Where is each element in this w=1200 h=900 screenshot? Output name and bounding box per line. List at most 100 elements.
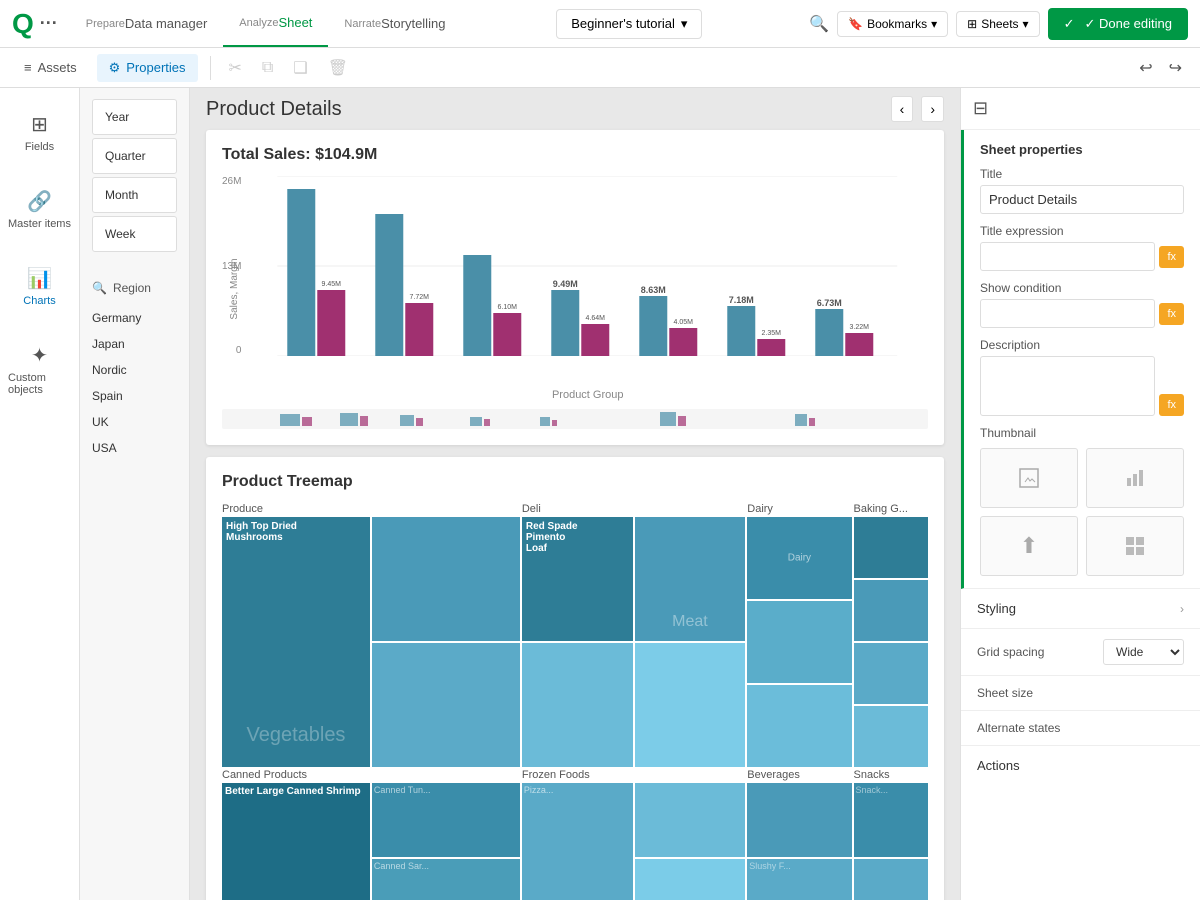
nav-analyze[interactable]: Analyze Sheet	[223, 0, 328, 47]
treemap-cell-high-top[interactable]: High Top DriedMushrooms Vegetables	[222, 517, 370, 767]
nav-storytelling: Storytelling	[381, 16, 445, 31]
bar-chart-svg: 24.16M 9.45M 20.52M 7.72M 14.63M	[247, 176, 928, 356]
paste-button[interactable]: ❑	[287, 54, 313, 82]
styling-row[interactable]: Styling ›	[961, 589, 1200, 629]
treemap-cell-baking1[interactable]	[854, 517, 928, 578]
treemap-cell-meat[interactable]: Meat	[635, 517, 746, 641]
thumbnail-chart-icon	[1086, 448, 1184, 508]
region-germany[interactable]: Germany	[80, 305, 189, 331]
show-condition-fx-button[interactable]: fx	[1159, 303, 1184, 325]
nav-data-manager: Data manager	[125, 16, 207, 31]
region-nordic[interactable]: Nordic	[80, 357, 189, 383]
region-japan[interactable]: Japan	[80, 331, 189, 357]
treemap-cell-canned3[interactable]: Canned Sar...	[372, 859, 520, 900]
treemap-cell-baking4[interactable]	[854, 706, 928, 767]
sheets-button[interactable]: ⊞ Sheets ▾	[956, 11, 1039, 37]
region-uk[interactable]: UK	[80, 409, 189, 435]
thumbnail-export-button[interactable]	[980, 448, 1078, 508]
thumbnail-grid: ⬆	[980, 448, 1184, 576]
sidebar-item-charts[interactable]: 📊 Charts	[15, 258, 63, 315]
treemap-cell-dairy2[interactable]	[747, 601, 851, 683]
treemap-cell-snacks1[interactable]: Snack...	[854, 783, 928, 857]
top-navigation: Q ··· Prepare Data manager Analyze Sheet…	[0, 0, 1200, 48]
region-spain[interactable]: Spain	[80, 383, 189, 409]
treemap-cell-canned2[interactable]: Canned Tun...	[372, 783, 520, 857]
svg-text:6.10M: 6.10M	[498, 304, 518, 311]
nav-narrate-top: Narrate	[344, 18, 381, 30]
checkmark-icon: ✓	[1064, 16, 1075, 32]
treemap-cell-bev1[interactable]	[747, 783, 851, 857]
delete-button[interactable]: 🗑	[322, 54, 354, 82]
sheet-size-row: Sheet size	[961, 676, 1200, 711]
sidebar-item-fields[interactable]: ⊞ Fields	[17, 104, 62, 161]
undo-button[interactable]: ↩	[1133, 54, 1158, 82]
description-fx-button[interactable]: fx	[1159, 394, 1184, 416]
treemap-cell-frozen1[interactable]: Pizza...	[522, 783, 633, 900]
cut-button[interactable]: ✂	[223, 54, 248, 82]
upload-icon: ⬆	[1020, 533, 1038, 559]
bookmark-icon: 🔖	[848, 17, 863, 31]
region-usa[interactable]: USA	[80, 435, 189, 461]
sheet-properties-section: Sheet properties Title Title expression …	[961, 130, 1200, 589]
sidebar-item-custom-objects[interactable]: ✦ Custom objects	[0, 335, 79, 404]
treemap-cell-frozen3[interactable]	[635, 859, 746, 900]
treemap-cell-produce3[interactable]	[372, 643, 520, 767]
alternate-states-row: Alternate states	[961, 711, 1200, 746]
description-label: Description	[980, 338, 1184, 352]
properties-tab[interactable]: ⚙ Properties	[97, 54, 198, 82]
title-input[interactable]	[980, 185, 1184, 214]
description-textarea[interactable]	[980, 356, 1155, 416]
filter-year[interactable]: Year	[92, 99, 177, 135]
treemap-cell-red-spade[interactable]: Red SpadePimentoLoaf	[522, 517, 633, 641]
sheet-prev-button[interactable]: ‹	[891, 96, 914, 122]
master-items-label: Master items	[8, 218, 71, 230]
done-editing-button[interactable]: ✓ ✓ Done editing	[1048, 8, 1188, 40]
show-condition-input[interactable]	[980, 299, 1155, 328]
svg-text:9.45M: 9.45M	[322, 281, 342, 288]
region-header[interactable]: 🔍 Region	[80, 271, 189, 305]
treemap-cell-produce2[interactable]	[372, 517, 520, 641]
redo-button[interactable]: ↪	[1163, 54, 1188, 82]
bookmarks-button[interactable]: 🔖 Bookmarks ▾	[837, 11, 948, 37]
canned-label3: Canned Sar...	[372, 859, 520, 873]
filter-week[interactable]: Week	[92, 216, 177, 252]
actions-row[interactable]: Actions	[961, 746, 1200, 785]
treemap-cell-deli4[interactable]	[635, 643, 746, 767]
title-expression-input[interactable]	[980, 242, 1155, 271]
meat-label: Meat	[672, 613, 708, 631]
sheet-properties-title: Sheet properties	[980, 142, 1184, 157]
nav-sheet: Sheet	[278, 15, 312, 30]
thumbnail-upload-button[interactable]: ⬆	[980, 516, 1078, 576]
treemap-cell-dairy1[interactable]: Dairy	[747, 517, 851, 599]
treemap-cell-snacks2[interactable]	[854, 859, 928, 900]
treemap-cell-better-large[interactable]: Better Large Canned Shrimp Canned Shrimp	[222, 783, 370, 900]
title-expression-fx-button[interactable]: fx	[1159, 246, 1184, 268]
bar-chart-container: Total Sales: $104.9M 26M 13M 0 Sales, Ma…	[206, 130, 944, 445]
sheet-size-label: Sheet size	[977, 686, 1033, 700]
svg-text:8.63M: 8.63M	[641, 285, 666, 295]
grid-spacing-select[interactable]: Wide Medium Narrow	[1103, 639, 1184, 665]
sheet-header: Product Details ‹ ›	[190, 88, 960, 130]
treemap-section-beverages: Beverages	[747, 769, 851, 781]
assets-tab[interactable]: ≡ Assets	[12, 54, 89, 81]
sidebar-item-master-items[interactable]: 🔗 Master items	[0, 181, 79, 238]
treemap-cell-baking2[interactable]	[854, 580, 928, 641]
treemap-cell-baking3[interactable]	[854, 643, 928, 704]
menu-dots-icon[interactable]: ···	[40, 13, 58, 34]
nav-prepare[interactable]: Prepare Data manager	[70, 0, 224, 47]
filter-quarter[interactable]: Quarter	[92, 138, 177, 174]
svg-text:4.64M: 4.64M	[586, 315, 606, 322]
filter-month[interactable]: Month	[92, 177, 177, 213]
nav-narrate[interactable]: Narrate Storytelling	[328, 0, 461, 47]
sheet-next-button[interactable]: ›	[921, 96, 944, 122]
styling-label: Styling	[977, 601, 1016, 616]
treemap-cell-bev2[interactable]: Slushy F...	[747, 859, 851, 900]
treemap-cell-deli3[interactable]	[522, 643, 633, 767]
treemap-cell-dairy3[interactable]	[747, 685, 851, 767]
mini-chart	[222, 409, 928, 429]
search-button[interactable]: 🔍	[809, 14, 829, 34]
svg-text:24.16M: 24.16M	[287, 178, 317, 188]
tutorial-button[interactable]: Beginner's tutorial ▾	[556, 9, 702, 39]
copy-button[interactable]: ⧉	[256, 55, 279, 81]
treemap-cell-frozen2[interactable]	[635, 783, 746, 857]
